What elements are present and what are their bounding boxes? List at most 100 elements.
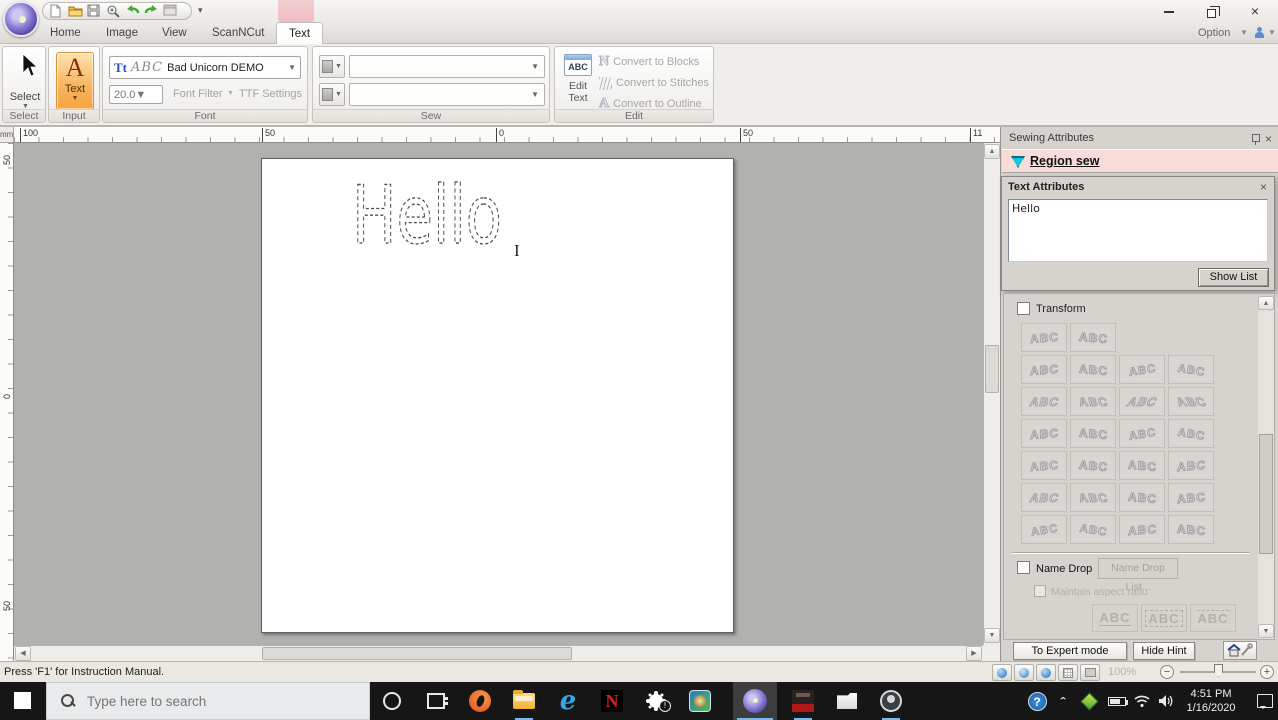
- text-attributes-input[interactable]: Hello: [1008, 199, 1268, 262]
- redo-icon[interactable]: [144, 4, 159, 18]
- minimize-button[interactable]: [1154, 2, 1184, 20]
- panel-close-icon[interactable]: ×: [1265, 132, 1272, 146]
- open-folder-icon[interactable]: [68, 4, 83, 18]
- taskbar-snip-button[interactable]: [825, 682, 869, 720]
- transform-style-button[interactable]: ABC: [1070, 483, 1116, 512]
- transform-style-button[interactable]: ABC: [1119, 515, 1165, 544]
- horizontal-scroll-thumb[interactable]: [262, 647, 572, 660]
- zoom-in-button[interactable]: +: [1260, 665, 1274, 679]
- vertical-scroll-thumb[interactable]: [985, 345, 999, 393]
- transform-style-button[interactable]: ABC: [1021, 483, 1067, 512]
- scroll-right-arrow-icon[interactable]: ▶: [966, 646, 982, 661]
- transform-style-button[interactable]: ABC: [1070, 515, 1116, 544]
- transform-style-button[interactable]: ABC: [1021, 323, 1067, 352]
- tab-home[interactable]: Home: [38, 22, 93, 44]
- transform-style-button[interactable]: ABC: [1070, 323, 1116, 352]
- name-drop-checkbox[interactable]: [1017, 561, 1030, 574]
- transform-style-button[interactable]: ABC: [1070, 355, 1116, 384]
- zoom-out-button[interactable]: −: [1160, 665, 1174, 679]
- scroll-up-arrow-icon[interactable]: ▲: [1258, 296, 1274, 310]
- text-attributes-close-icon[interactable]: ×: [1260, 180, 1267, 194]
- tray-battery-button[interactable]: [1104, 682, 1130, 720]
- transform-style-button[interactable]: ABC: [1168, 483, 1214, 512]
- save-icon[interactable]: [87, 4, 102, 18]
- taskbar-search-box[interactable]: [46, 682, 370, 720]
- tray-help-button[interactable]: ?: [1024, 682, 1050, 720]
- design-canvas[interactable]: Hello I: [14, 143, 983, 645]
- taskbar-cortana-button[interactable]: [370, 682, 414, 720]
- scroll-down-arrow-icon[interactable]: ▼: [1258, 624, 1274, 638]
- start-button[interactable]: [0, 682, 46, 720]
- embroidery-text-outline[interactable]: Hello: [350, 165, 530, 269]
- scroll-up-arrow-icon[interactable]: ▲: [984, 144, 1000, 159]
- region-sew-section[interactable]: Region sew: [1002, 149, 1278, 173]
- zoom-icon[interactable]: [106, 4, 121, 18]
- tray-diamond-button[interactable]: [1076, 682, 1102, 720]
- tab-text-active[interactable]: Text: [276, 22, 323, 44]
- transform-style-button[interactable]: ABC: [1168, 387, 1214, 416]
- stitch-view-button[interactable]: [1014, 664, 1034, 681]
- ttf-settings-button[interactable]: TTF Settings: [239, 88, 302, 100]
- transform-style-button[interactable]: ABC: [1021, 387, 1067, 416]
- convert-to-blocks-button[interactable]: N Convert to Blocks: [599, 52, 711, 72]
- taskbar-obs-button[interactable]: [869, 682, 913, 720]
- taskbar-red-app-button[interactable]: [781, 682, 825, 720]
- transform-style-button[interactable]: ABC: [1119, 419, 1165, 448]
- taskbar-green-app-button[interactable]: [678, 682, 722, 720]
- design-page[interactable]: Hello I: [261, 158, 734, 633]
- option-menu[interactable]: Option: [1198, 22, 1230, 44]
- taskbar-edge-button[interactable]: e: [546, 682, 590, 720]
- transform-style-button[interactable]: ABC: [1070, 419, 1116, 448]
- tray-volume-button[interactable]: [1154, 682, 1178, 720]
- name-drop-style-overline-button[interactable]: ABC: [1190, 604, 1236, 632]
- transform-style-button[interactable]: ABC: [1021, 451, 1067, 480]
- scroll-left-arrow-icon[interactable]: ◀: [15, 646, 31, 661]
- solid-view-button[interactable]: [992, 664, 1012, 681]
- transform-style-button[interactable]: ABC: [1168, 515, 1214, 544]
- zoom-slider-thumb[interactable]: [1214, 664, 1223, 677]
- vertical-scrollbar[interactable]: ▲ ▼: [983, 143, 1000, 645]
- reference-window-button[interactable]: [1080, 664, 1100, 681]
- tray-chevron-button[interactable]: ⌃: [1052, 682, 1074, 720]
- region-sew-type-dropdown[interactable]: ▼: [349, 55, 545, 78]
- line-sew-type-dropdown[interactable]: ▼: [349, 83, 545, 106]
- edit-text-button[interactable]: ABC Edit Text: [561, 52, 595, 110]
- home-settings-button[interactable]: [1223, 641, 1257, 660]
- transform-style-button[interactable]: ABC: [1168, 419, 1214, 448]
- transform-style-button[interactable]: ABC: [1119, 483, 1165, 512]
- font-size-dropdown[interactable]: 20.0 ▼: [109, 85, 163, 104]
- tray-wifi-button[interactable]: [1130, 682, 1154, 720]
- name-drop-style-boxed-button[interactable]: ABC: [1141, 604, 1187, 632]
- transform-checkbox[interactable]: [1017, 302, 1030, 315]
- grid-view-button[interactable]: [1058, 664, 1078, 681]
- taskbar-flux-button[interactable]: [634, 682, 678, 720]
- taskbar-netflix-button[interactable]: N: [590, 682, 634, 720]
- select-tool-button[interactable]: Select ▼: [9, 53, 41, 109]
- tab-image[interactable]: Image: [94, 22, 150, 44]
- scroll-down-arrow-icon[interactable]: ▼: [984, 628, 1000, 643]
- transform-style-button[interactable]: ABC: [1119, 451, 1165, 480]
- attributes-scrollbar[interactable]: ▲ ▼: [1258, 296, 1274, 639]
- tab-scanncut[interactable]: ScanNCut: [200, 22, 276, 44]
- font-filter-button[interactable]: Font Filter: [173, 88, 223, 100]
- attributes-scroll-thumb[interactable]: [1259, 434, 1273, 554]
- tray-clock[interactable]: 4:51 PM 1/16/2020: [1178, 682, 1244, 720]
- user-account-icon[interactable]: [1254, 27, 1265, 39]
- new-document-icon[interactable]: [49, 4, 64, 18]
- qat-customize-dropdown[interactable]: ▾: [198, 5, 203, 16]
- transform-style-button[interactable]: ABC: [1021, 419, 1067, 448]
- search-input[interactable]: [87, 694, 337, 709]
- font-family-dropdown[interactable]: Tt ABC Bad Unicorn DEMO ▼: [109, 56, 301, 79]
- line-color-button[interactable]: ▼: [319, 83, 345, 106]
- transform-style-button[interactable]: ABC: [1070, 387, 1116, 416]
- horizontal-scrollbar[interactable]: ◀ ▶: [14, 645, 983, 661]
- tab-view[interactable]: View: [150, 22, 199, 44]
- show-list-button[interactable]: Show List: [1198, 268, 1269, 287]
- text-tool-button[interactable]: A Text ▼: [56, 52, 94, 110]
- taskbar-file-explorer-button[interactable]: [502, 682, 546, 720]
- transform-style-button[interactable]: ABC: [1119, 387, 1165, 416]
- name-drop-style-underline-button[interactable]: ABC: [1092, 604, 1138, 632]
- transform-style-button[interactable]: ABC: [1168, 451, 1214, 480]
- close-button[interactable]: ×: [1240, 2, 1270, 20]
- convert-to-stitches-button[interactable]: Convert to Stitches: [599, 73, 711, 93]
